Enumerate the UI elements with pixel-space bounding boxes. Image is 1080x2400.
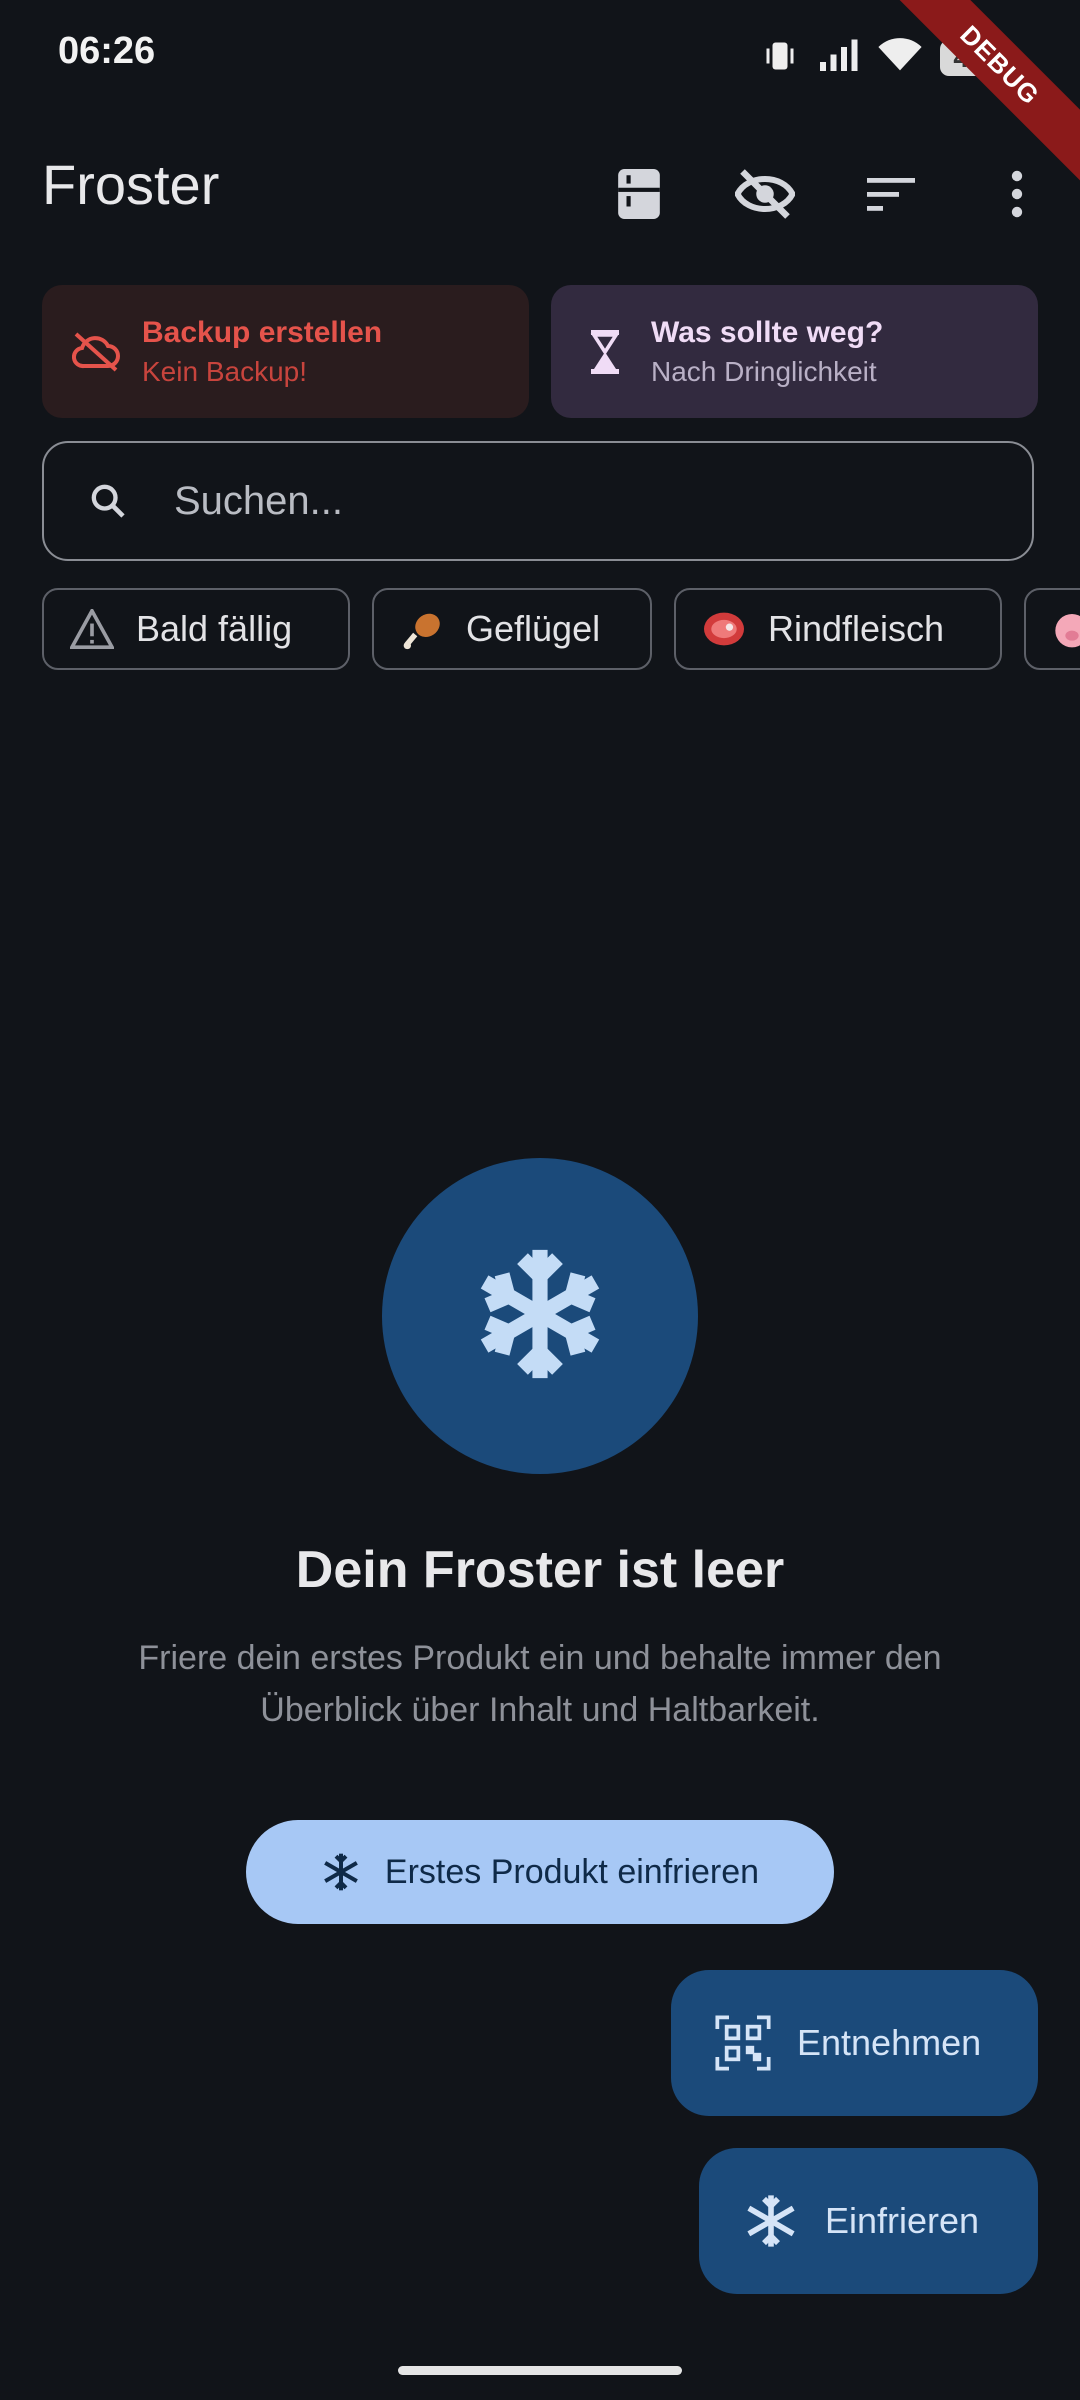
discard-card-subtitle: Nach Dringlichkeit xyxy=(651,355,877,387)
search-bar[interactable] xyxy=(42,441,1034,561)
backup-card-subtitle: Kein Backup! xyxy=(142,355,307,387)
freeze-button[interactable]: Einfrieren xyxy=(699,2148,1038,2294)
page-title: Froster xyxy=(42,153,220,216)
search-icon xyxy=(88,481,128,521)
pig-icon xyxy=(1052,609,1080,649)
hourglass-icon xyxy=(581,328,629,376)
sort-icon[interactable] xyxy=(855,158,927,230)
chip-label: Geflügel xyxy=(466,608,601,649)
visibility-off-icon[interactable] xyxy=(729,158,801,230)
chip-beef[interactable]: Rindfleisch xyxy=(674,588,1002,670)
signal-icon xyxy=(816,38,860,79)
cut-of-meat-icon xyxy=(702,609,746,649)
backup-card-title: Backup erstellen xyxy=(142,315,383,349)
backup-card[interactable]: Backup erstellen Kein Backup! xyxy=(42,285,529,418)
empty-state-title: Dein Froster ist leer xyxy=(295,1541,785,1599)
search-input[interactable] xyxy=(172,477,976,525)
fridge-icon[interactable] xyxy=(603,158,675,230)
snowflake-icon xyxy=(743,2193,799,2249)
vibrate-icon xyxy=(762,38,798,79)
warning-icon xyxy=(70,609,114,649)
freeze-first-product-button[interactable]: Erstes Produkt einfrieren xyxy=(246,1820,834,1924)
empty-state-illustration xyxy=(382,1158,698,1474)
freeze-label: Einfrieren xyxy=(825,2200,980,2241)
more-vert-icon[interactable] xyxy=(981,158,1053,230)
take-out-button[interactable]: Entnehmen xyxy=(671,1970,1038,2116)
empty-state-description: Friere dein erstes Produkt ein und behal… xyxy=(138,1639,942,1729)
poultry-leg-icon xyxy=(400,607,444,651)
qr-scan-icon xyxy=(715,2015,771,2071)
wifi-icon xyxy=(878,37,922,79)
chip-due-soon[interactable]: Bald fällig xyxy=(42,588,350,670)
status-time: 06:26 xyxy=(58,30,156,72)
chip-poultry[interactable]: Geflügel xyxy=(372,588,652,670)
home-indicator[interactable] xyxy=(398,2366,682,2375)
take-out-label: Entnehmen xyxy=(797,2022,982,2063)
snowflake-icon xyxy=(321,1852,361,1892)
discard-card-title: Was sollte weg? xyxy=(651,315,884,349)
freeze-first-product-label: Erstes Produkt einfrieren xyxy=(384,1852,760,1891)
snowflake-icon xyxy=(470,1244,610,1389)
cloud-off-icon xyxy=(72,328,120,376)
chip-label: Bald fällig xyxy=(136,608,293,649)
chip-pork[interactable] xyxy=(1024,588,1080,670)
discard-card[interactable]: Was sollte weg? Nach Dringlichkeit xyxy=(551,285,1038,418)
chip-label: Rindfleisch xyxy=(768,608,945,649)
